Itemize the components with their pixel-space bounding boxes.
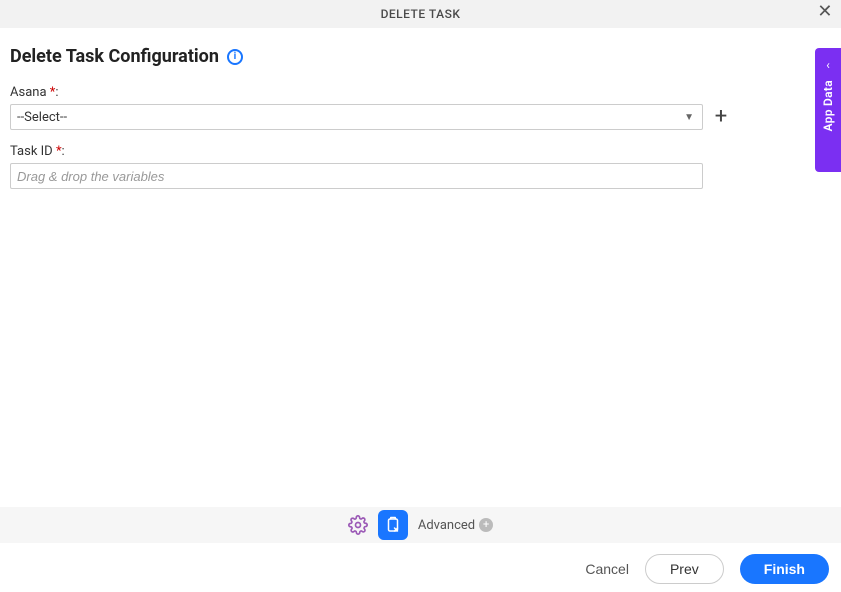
add-connection-button[interactable]: + bbox=[711, 107, 731, 127]
clipboard-icon[interactable] bbox=[378, 510, 408, 540]
gear-icon[interactable] bbox=[348, 515, 368, 535]
taskid-label: Task ID *: bbox=[10, 144, 831, 159]
content-area: Delete Task Configuration i Asana *: --S… bbox=[0, 28, 841, 213]
advanced-label-text: Advanced bbox=[418, 518, 475, 533]
chevron-left-icon: ‹ bbox=[826, 58, 830, 72]
asana-label-text: Asana bbox=[10, 85, 47, 100]
modal-header: DELETE TASK ✕ bbox=[0, 0, 841, 28]
prev-button[interactable]: Prev bbox=[645, 554, 724, 584]
taskid-label-text: Task ID bbox=[10, 144, 53, 159]
info-icon[interactable]: i bbox=[227, 49, 243, 65]
cancel-button[interactable]: Cancel bbox=[585, 561, 629, 577]
asana-label: Asana *: bbox=[10, 85, 831, 100]
page-title: Delete Task Configuration bbox=[10, 46, 219, 67]
asana-select[interactable]: --Select-- ▼ bbox=[10, 104, 703, 130]
app-data-panel-toggle[interactable]: ‹ App Data bbox=[815, 48, 841, 172]
asana-field-group: Asana *: --Select-- ▼ + bbox=[10, 85, 831, 130]
close-icon[interactable]: ✕ bbox=[817, 3, 833, 21]
asana-select-value: --Select-- bbox=[17, 110, 67, 125]
footer: Cancel Prev Finish bbox=[0, 544, 841, 592]
advanced-toggle[interactable]: Advanced + bbox=[418, 518, 493, 533]
asana-field-row: --Select-- ▼ + bbox=[10, 104, 831, 130]
chevron-down-icon: ▼ bbox=[684, 112, 694, 123]
page-title-row: Delete Task Configuration i bbox=[10, 46, 831, 67]
modal-title: DELETE TASK bbox=[381, 7, 461, 21]
taskid-field-row bbox=[10, 163, 831, 189]
advanced-bar: Advanced + bbox=[0, 507, 841, 543]
plus-circle-icon: + bbox=[479, 518, 493, 532]
taskid-field-group: Task ID *: bbox=[10, 144, 831, 189]
taskid-input[interactable] bbox=[10, 163, 703, 189]
app-data-label: App Data bbox=[821, 80, 835, 131]
finish-button[interactable]: Finish bbox=[740, 554, 829, 584]
